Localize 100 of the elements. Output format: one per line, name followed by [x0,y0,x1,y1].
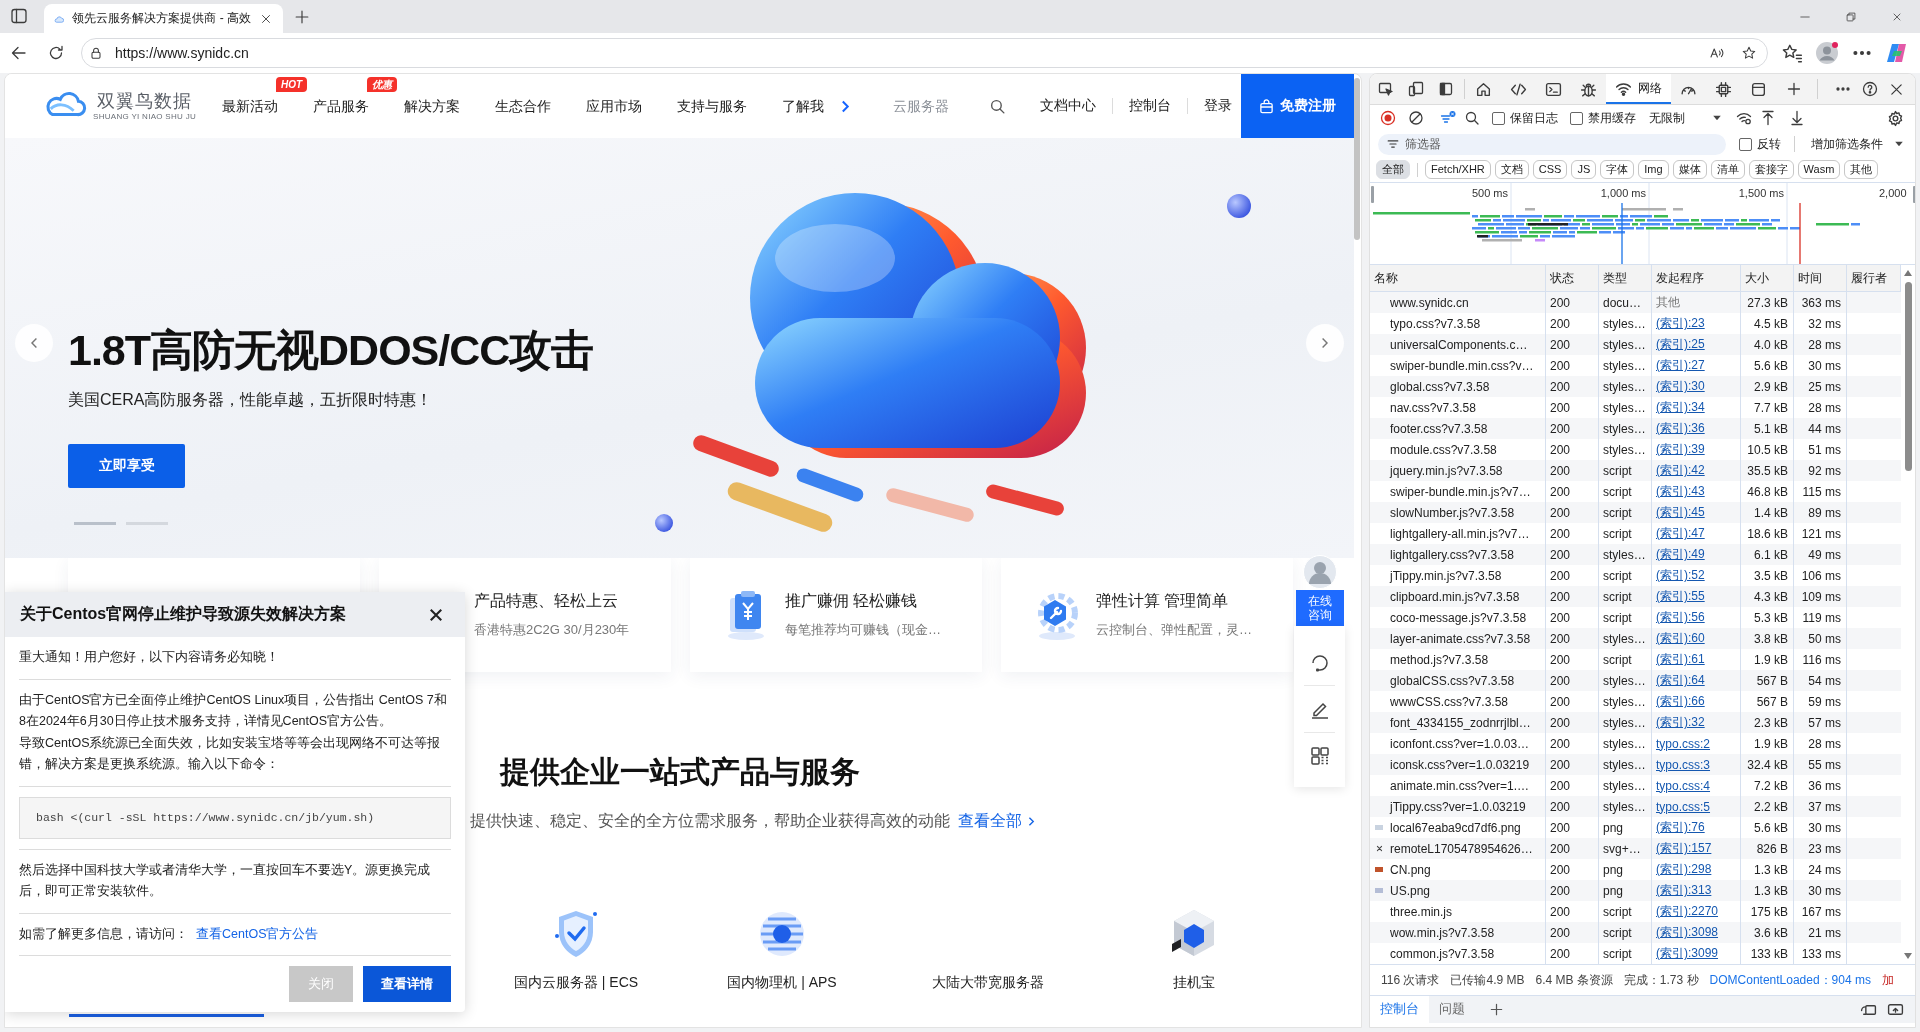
column-header[interactable]: 发起程序 [1652,265,1741,291]
type-filter-chip[interactable]: 字体 [1600,160,1635,179]
request-row[interactable]: layer-animate.css?v7.3.58 200 styles… (索引):60 3.8 kB 50 ms [1370,628,1901,649]
drawer-tab[interactable]: 问题 [1429,996,1475,1023]
request-row[interactable]: www.synidc.cn 200 docu… 其他 27.3 kB 363 ms [1370,292,1901,313]
scroll-down-icon[interactable] [1903,952,1913,960]
clear-icon[interactable] [1408,110,1424,126]
initiator-link[interactable]: (索引):39 [1656,441,1705,458]
type-filter-chip[interactable]: CSS [1532,160,1568,179]
initiator-link[interactable]: (索引):313 [1656,882,1712,899]
nav-link[interactable]: 了解我 [782,96,825,116]
drawer-tab[interactable]: 控制台 [1370,996,1429,1023]
initiator-link[interactable]: (索引):76 [1656,819,1705,836]
initiator-link[interactable]: (索引):23 [1656,315,1705,332]
column-header[interactable]: 名称 [1370,265,1546,291]
initiator-link[interactable]: (索引):52 [1656,567,1705,584]
initiator-link[interactable]: (索引):42 [1656,462,1705,479]
scrollbar-thumb[interactable] [1354,78,1360,240]
request-row[interactable]: footer.css?v7.3.58 200 styles… (索引):36 5.1 kB 44 ms [1370,418,1901,439]
request-row[interactable]: remoteL1705478954626… 200 svg+… (索引):157 826 B 23 ms [1370,838,1901,859]
initiator-link[interactable]: (索引):34 [1656,399,1705,416]
initiator-link[interactable]: (索引):55 [1656,588,1705,605]
initiator-link[interactable]: (索引):25 [1656,336,1705,353]
qr-code-icon[interactable] [1308,745,1331,767]
checkbox[interactable] [1492,111,1505,125]
initiator-link[interactable]: typo.css:3 [1656,757,1711,772]
type-filter-chip[interactable]: Img [1638,160,1669,179]
profile-avatar-icon[interactable] [1815,41,1839,65]
initiator-link[interactable]: (索引):298 [1656,861,1712,878]
column-header[interactable]: 类型 [1599,265,1652,291]
request-row[interactable]: jTippy.css?ver=1.0.03219 200 styles… typo.css:5 2.2 kB 37 ms [1370,796,1901,817]
initiator-link[interactable]: typo.css:5 [1656,799,1711,814]
top-link[interactable]: 控制台 [1128,97,1171,115]
copilot-icon[interactable] [1885,41,1909,65]
wifi-gear-icon[interactable] [1736,110,1752,126]
nav-link[interactable]: 应用市场 [586,96,643,116]
search-icon[interactable] [1464,110,1480,126]
add-tab-icon[interactable] [1489,1002,1504,1017]
inspect-icon[interactable] [1378,81,1394,97]
nav-link[interactable]: 生态合作 [495,96,552,116]
disable-cache-option[interactable]: 禁用缓存 [1570,109,1636,127]
upload-icon[interactable] [1760,110,1776,126]
initiator-link[interactable]: (索引):27 [1656,357,1705,374]
request-row[interactable]: iconsk.css?ver=1.0.03219 200 styles… typo.css:3 32.4 kB 55 ms [1370,754,1901,775]
type-filter-chip[interactable]: Fetch/XHR [1425,160,1491,179]
feature-card[interactable]: 推广赚佣 轻松赚钱 每笔推荐均可赚钱（现金… [690,558,982,672]
announcement-link[interactable]: 查看CentOS官方公告 [196,926,319,941]
initiator-link[interactable]: (索引):45 [1656,504,1705,521]
initiator-link[interactable]: (索引):60 [1656,630,1705,647]
add-panel-icon[interactable] [1785,81,1802,97]
preserve-log-option[interactable]: 保留日志 [1492,109,1558,127]
sidebar-icon[interactable] [1438,81,1454,97]
initiator-link[interactable]: (索引):64 [1656,672,1705,689]
initiator-link[interactable]: (索引):3099 [1656,945,1719,962]
product-label[interactable]: 大陆大带宽服务器 [932,972,1044,992]
help-icon[interactable] [1862,81,1878,97]
type-filter-chip[interactable]: JS [1571,160,1597,179]
type-filter-chip[interactable]: 媒体 [1672,160,1707,179]
avatar-icon[interactable] [1302,555,1337,589]
type-filter-chip[interactable]: 其他 [1844,160,1879,179]
initiator-link[interactable]: typo.css:2 [1656,736,1711,751]
overview-handle[interactable] [1913,186,1915,203]
request-row[interactable]: global.css?v7.3.58 200 styles… (索引):30 2.9 kB 25 ms [1370,376,1901,397]
initiator-link[interactable]: (索引):56 [1656,609,1705,626]
scroll-up-icon[interactable] [1903,269,1913,277]
throttling-dropdown[interactable]: 无限制 [1649,109,1723,127]
initiator-link[interactable]: (索引):3098 [1656,924,1719,941]
initiator-link[interactable]: (索引):30 [1656,378,1705,395]
request-row[interactable]: wow.min.js?v7.3.58 200 script (索引):3098 3.6 kB 21 ms [1370,922,1901,943]
nav-link[interactable]: 支持与服务 [677,96,748,116]
initiator-link[interactable]: (索引):32 [1656,714,1705,731]
request-row[interactable]: US.png 200 png (索引):313 1.3 kB 30 ms [1370,880,1901,901]
close-icon[interactable] [1889,81,1904,97]
initiator-link[interactable]: typo.css:4 [1656,778,1711,793]
feature-card[interactable]: 弹性计算 管理简单 云控制台、弹性配置，灵… [1001,558,1293,672]
initiator-link[interactable]: (索引):61 [1656,651,1705,668]
checkbox[interactable] [1570,111,1583,125]
download-icon[interactable] [1789,110,1805,126]
cta-button[interactable]: 立即享受 [68,444,185,488]
request-row[interactable]: jquery.min.js?v7.3.58 200 script (索引):42 35.5 kB 92 ms [1370,460,1901,481]
browser-tab[interactable]: 领先云服务解决方案提供商 - 高效 [44,4,283,33]
top-link[interactable]: 文档中心 [1039,97,1096,115]
restore-icon[interactable] [1845,10,1857,23]
panel-tab[interactable]: 网络 [1606,74,1671,104]
filter-icon[interactable] [1440,110,1456,126]
type-filter-chip[interactable]: 文档 [1494,160,1529,179]
drawer-dock-icon[interactable] [1887,1001,1904,1018]
tab-actions-icon[interactable] [9,6,29,26]
checkbox[interactable] [1739,137,1752,151]
initiator-link[interactable]: (索引):43 [1656,483,1705,500]
consult-button[interactable]: 在线咨询 [1295,590,1344,626]
more-filters-dropdown[interactable]: 增加筛选条件 [1811,135,1905,153]
scrollbar-thumb[interactable] [1904,282,1912,471]
nav-link[interactable]: 最新活动 [222,96,279,116]
type-filter-chip[interactable]: 套接字 [1748,160,1794,179]
initiator-link[interactable]: (索引):2270 [1656,903,1719,920]
type-filter-chip[interactable]: 清单 [1710,160,1745,179]
filter-field[interactable]: 筛选器 [1378,133,1726,155]
address-bar[interactable]: https://www.synidc.cn [81,38,1768,68]
product-label[interactable]: 国内物理机 | APS [727,972,837,992]
